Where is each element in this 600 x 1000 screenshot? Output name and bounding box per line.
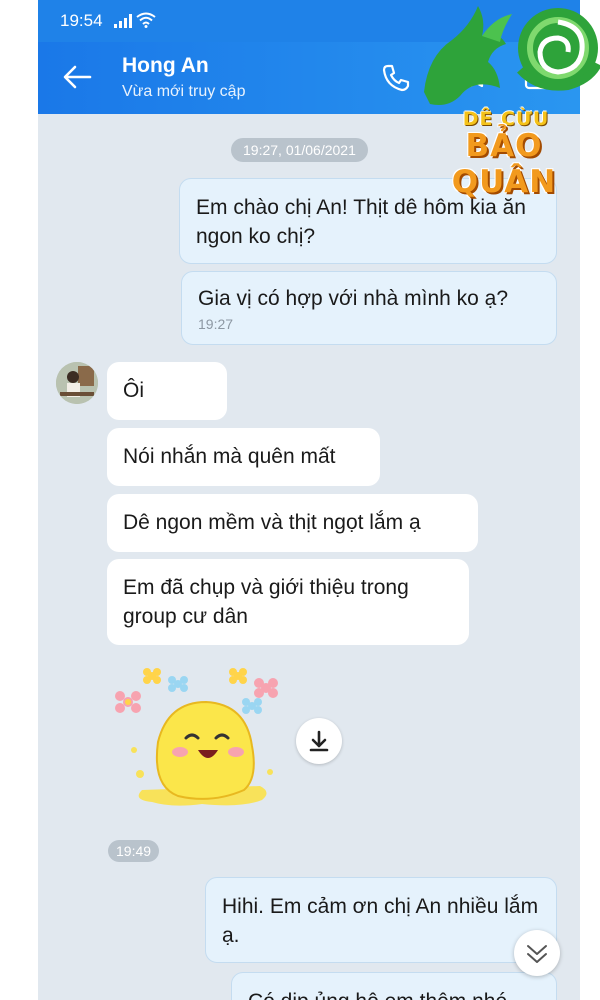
message-text: Ôi — [123, 379, 144, 402]
message-text: Gia vị có hợp với nhà mình ko ạ? — [198, 287, 509, 310]
message-text: Dê ngon mềm và thịt ngọt lắm ạ — [123, 511, 421, 534]
contact-avatar[interactable] — [56, 362, 98, 404]
message-text: Em đã chụp và giới thiệu trong group cư … — [123, 576, 409, 628]
brand-logo: DÊ CỪU BẢO QUÂN — [408, 0, 600, 200]
date-separator: 19:27, 01/06/2021 — [231, 138, 368, 162]
message-bubble-outgoing[interactable]: Gia vị có hợp với nhà mình ko ạ? 19:27 — [181, 271, 557, 345]
download-icon — [309, 730, 329, 752]
signal-icon — [114, 14, 132, 28]
message-text: Có dịp ủng hộ em thêm nhé — [248, 990, 507, 1000]
logo-line-1: DÊ CỪU — [462, 108, 550, 130]
avatar-photo — [56, 362, 98, 404]
contact-status: Vừa mới truy cập — [122, 83, 246, 100]
scroll-down-button[interactable] — [514, 930, 560, 976]
blob-sticker[interactable] — [112, 662, 288, 812]
message-bubble-outgoing[interactable]: Hihi. Em cảm ơn chị An nhiều lắm ạ. — [205, 877, 557, 963]
message-bubble-incoming[interactable]: Em đã chụp và giới thiệu trong group cư … — [107, 559, 469, 645]
message-text: Nói nhắn mà quên mất — [123, 445, 336, 468]
goat-logo-icon — [424, 6, 600, 105]
status-time: 19:54 — [60, 11, 103, 30]
logo-line-2: BẢO QUÂN — [451, 128, 557, 200]
message-bubble-outgoing[interactable]: Có dịp ủng hộ em thêm nhé — [231, 972, 557, 1000]
message-bubble-incoming[interactable]: Dê ngon mềm và thịt ngọt lắm ạ — [107, 494, 478, 552]
back-arrow-icon[interactable] — [62, 64, 92, 90]
wifi-icon — [136, 12, 156, 28]
message-bubble-incoming[interactable]: Ôi — [107, 362, 227, 420]
message-time: 19:27 — [198, 316, 234, 332]
message-bubble-incoming[interactable]: Nói nhắn mà quên mất — [107, 428, 380, 486]
download-button[interactable] — [296, 718, 342, 764]
sticker-time: 19:49 — [108, 840, 160, 862]
message-text: Em chào chị An! Thịt dê hôm kia ăn ngon … — [196, 196, 526, 248]
chevron-down-icon — [527, 945, 547, 963]
message-text: Hihi. Em cảm ơn chị An nhiều lắm ạ. — [222, 895, 539, 947]
contact-name[interactable]: Hong An — [122, 54, 209, 78]
